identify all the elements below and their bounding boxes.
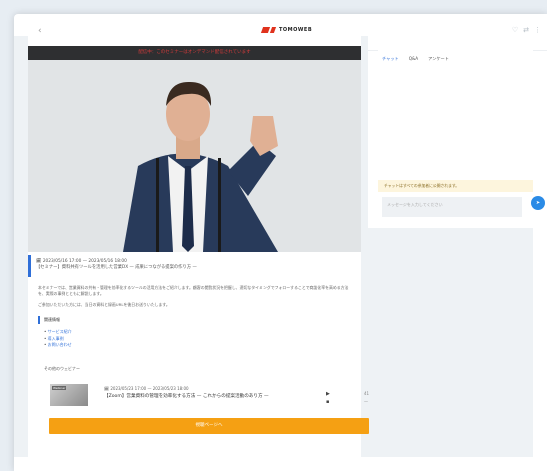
tab-survey[interactable]: アンケート — [428, 56, 449, 62]
item-counts: 41 — — [364, 390, 369, 406]
webinar-thumbnail[interactable]: Webinar — [50, 384, 88, 406]
section-heading: 関連情報 — [38, 316, 84, 324]
page-background — [14, 36, 28, 457]
related-section-title: その他のウェビナー — [44, 366, 80, 371]
link-item[interactable]: サービス紹介 — [44, 329, 72, 336]
header-icons: ♡ ⇄ ⋮ — [512, 26, 541, 34]
related-webinar-item[interactable]: Webinar 🗓 2023/05/23 17:00 — 2023/05/23 … — [44, 378, 369, 410]
webinar-datetime: 🗓 2023/05/23 17:00 — 2023/05/23 18:00 — [104, 386, 189, 391]
list-icon[interactable]: ▪ — [326, 398, 330, 406]
heart-icon[interactable]: ♡ — [512, 26, 518, 34]
chat-notice: チャットはすべての参加者に公開されます。 — [378, 180, 533, 192]
related-links: サービス紹介 導入事例 お問い合わせ — [44, 329, 72, 349]
logo-mark — [260, 27, 271, 33]
play-icon[interactable]: ▶ — [326, 390, 330, 398]
event-description: 本セミナーでは、営業資料の共有・管理を効率化するツールの活用方法をご紹介します。… — [38, 285, 353, 313]
video-player[interactable]: 配信中：このセミナーはオンデマンド配信されています — [28, 46, 361, 252]
logo-text: TOMOWEB — [279, 27, 313, 33]
tab-qa[interactable]: Q&A — [409, 56, 418, 62]
watch-page-button[interactable]: 視聴ページへ — [49, 418, 369, 434]
share-icon[interactable]: ⇄ — [523, 26, 529, 34]
count-value: — — [364, 399, 368, 404]
thumbnail-tag: Webinar — [52, 386, 67, 390]
live-banner: 配信中：このセミナーはオンデマンド配信されています — [28, 46, 361, 60]
send-icon: ➤ — [535, 200, 541, 206]
chat-input[interactable]: メッセージを入力してください — [382, 197, 522, 217]
page-background — [368, 228, 533, 457]
send-button[interactable]: ➤ — [531, 196, 545, 210]
item-action-icons: ▶ ▪ — [326, 390, 330, 406]
event-meta: 🗓 2023/05/16 17:00 — 2023/05/16 18:00 【セ… — [28, 255, 361, 277]
logo-mark — [269, 27, 277, 33]
logo[interactable]: TOMOWEB — [260, 27, 313, 33]
video-frame — [28, 46, 361, 252]
description-paragraph: 本セミナーでは、営業資料の共有・管理を効率化するツールの活用方法をご紹介します。… — [38, 285, 349, 296]
more-icon[interactable]: ⋮ — [534, 26, 541, 34]
chevron-left-icon[interactable]: ‹ — [38, 26, 42, 36]
webinar-title[interactable]: 【Zoom】営業資料の管理を効率化する方法 — これからの提案活動のあり方 — — [104, 393, 314, 399]
link-item[interactable]: お問い合わせ — [44, 342, 72, 349]
tab-chat[interactable]: チャット — [382, 56, 399, 62]
count-value: 41 — [364, 391, 370, 396]
side-tabs: チャット Q&A アンケート — [382, 56, 449, 62]
event-title: 【セミナー】資料共有ツールを活用した営業DX — 成果につながる提案の作り方 — — [36, 265, 197, 270]
description-paragraph: ご参加いただいた方には、当日の資料と録画URLを後日お送りいたします。 — [38, 302, 170, 307]
